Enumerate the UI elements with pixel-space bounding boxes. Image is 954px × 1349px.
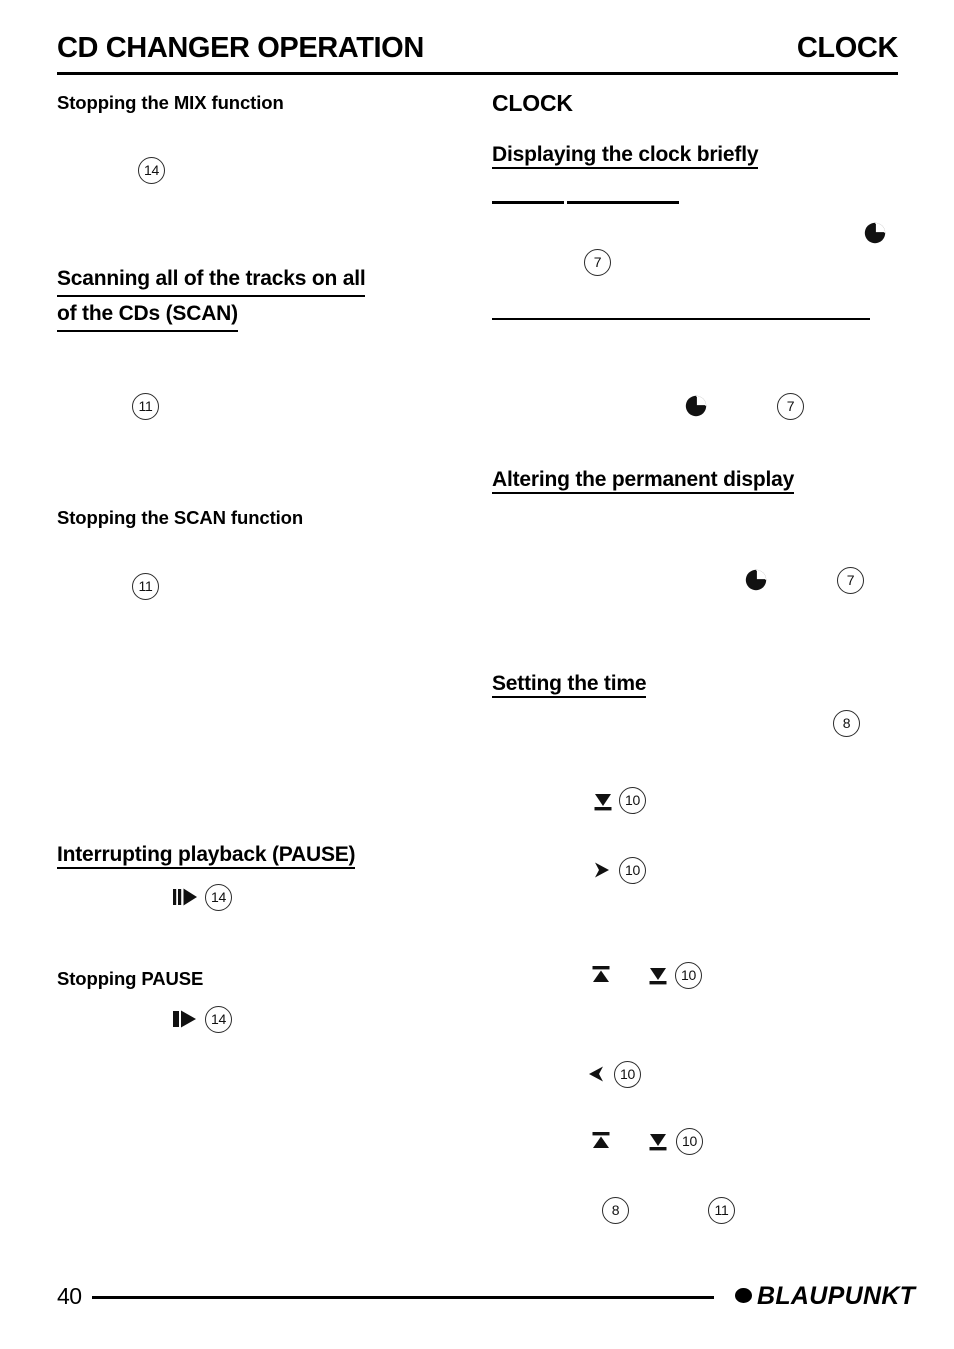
badge-11-scan: 11	[132, 393, 159, 420]
badge-10-updown-1: 10	[675, 962, 702, 989]
left-arrow-icon	[584, 1061, 610, 1087]
down-arrow-icon	[590, 788, 616, 814]
badge-8-confirm: 8	[602, 1197, 629, 1224]
brand-logo-text: BLAUPUNKT	[757, 1282, 916, 1310]
header-left-title: CD CHANGER OPERATION	[57, 32, 424, 64]
heading-stopping-pause: Stopping PAUSE	[57, 968, 204, 989]
heading-scan-line-1: Scanning all of the tracks on all	[57, 262, 366, 297]
underline-stub-2	[567, 201, 679, 205]
down-arrow-icon	[645, 1128, 671, 1154]
up-arrow-icon	[588, 962, 614, 988]
up-arrow-icon	[588, 1128, 614, 1154]
badge-14-mix-stop: 14	[138, 157, 165, 184]
play-icon	[172, 1006, 202, 1032]
badge-10-left: 10	[614, 1061, 641, 1088]
heading-stopping-mix: Stopping the MIX function	[57, 92, 284, 113]
heading-displaying-clock-briefly: Displaying the clock briefly	[492, 143, 759, 169]
heading-altering-permanent-display: Altering the permanent display	[492, 468, 794, 494]
badge-7-alter: 7	[837, 567, 864, 594]
heading-setting-the-time: Setting the time	[492, 672, 647, 698]
pause-play-icon	[172, 884, 202, 910]
header-divider	[57, 72, 898, 75]
heading-interrupting-playback: Interrupting playback (PAUSE)	[57, 843, 356, 869]
badge-14-pause-stop: 14	[205, 1006, 232, 1033]
badge-7-display-brief-2: 7	[777, 393, 804, 420]
badge-10-right: 10	[619, 857, 646, 884]
blaupunkt-dot-icon	[735, 1288, 752, 1303]
footer-divider	[92, 1296, 714, 1299]
section-title-clock: CLOCK	[492, 90, 573, 116]
clock-icon	[744, 568, 768, 592]
section-divider-1	[492, 318, 870, 320]
badge-14-pause: 14	[205, 884, 232, 911]
manual-page: CD CHANGER OPERATION CLOCK Stopping the …	[0, 0, 954, 1349]
clock-icon	[863, 221, 887, 245]
clock-icon	[684, 394, 708, 418]
underline-stub-1	[492, 201, 564, 205]
header-right-title: CLOCK	[796, 32, 899, 64]
heading-scan-all-tracks: Scanning all of the tracks on all of the…	[57, 262, 366, 332]
heading-scan-line-2: of the CDs (SCAN)	[57, 297, 238, 332]
page-number: 40	[57, 1283, 82, 1309]
badge-8-set-enter: 8	[833, 710, 860, 737]
right-arrow-icon	[588, 857, 614, 883]
down-arrow-icon	[645, 962, 671, 988]
badge-11-scan-stop: 11	[132, 573, 159, 600]
badge-10-down-1: 10	[619, 787, 646, 814]
badge-11-confirm: 11	[708, 1197, 735, 1224]
heading-stopping-scan: Stopping the SCAN function	[57, 507, 304, 528]
badge-10-updown-2: 10	[676, 1128, 703, 1155]
badge-7-display-brief: 7	[584, 249, 611, 276]
